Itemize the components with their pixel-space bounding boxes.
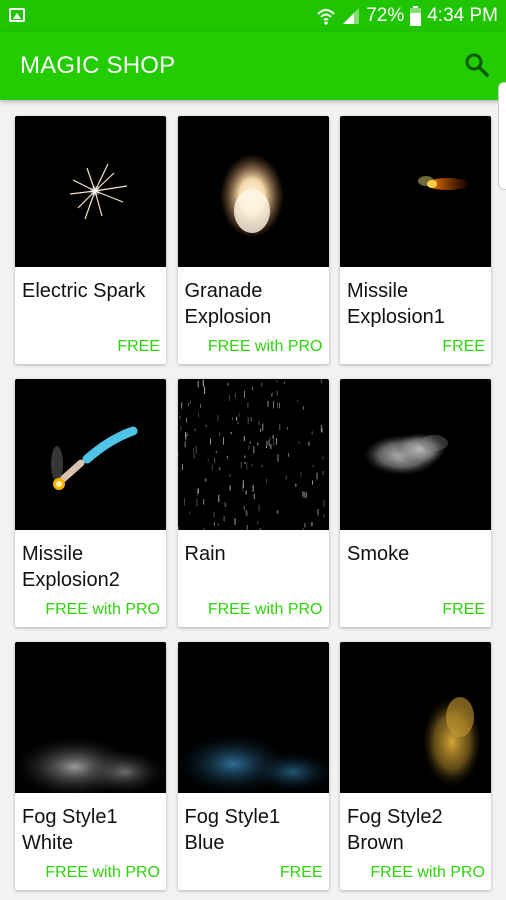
edge-panel-handle[interactable] xyxy=(498,82,506,190)
effect-name: Missile Explosion2 xyxy=(22,543,120,591)
effect-card-smoke[interactable]: Smoke FREE xyxy=(340,379,491,627)
effect-price: FREE with PRO xyxy=(207,338,323,355)
effect-name: Fog Style1 White xyxy=(22,806,118,854)
signal-icon xyxy=(343,8,360,24)
effect-thumbnail xyxy=(15,116,166,267)
battery-icon xyxy=(410,6,422,26)
effect-thumbnail xyxy=(340,642,491,793)
effect-thumbnail xyxy=(340,116,491,267)
battery-percent: 72% xyxy=(366,5,405,26)
effect-price: FREE with PRO xyxy=(45,864,160,881)
clock: 4:34 PM xyxy=(427,5,498,26)
effect-name: Fog Style2 Brown xyxy=(347,806,443,854)
effect-price: FREE with PRO xyxy=(370,864,485,881)
effect-name: Rain xyxy=(184,543,226,565)
effect-card-granade-explosion[interactable]: Granade Explosion FREE with PRO xyxy=(177,116,329,364)
effect-price: FREE with PRO xyxy=(207,601,323,618)
effect-name: Smoke xyxy=(347,543,410,565)
effect-card-electric-spark[interactable]: Electric Spark FREE xyxy=(15,116,166,364)
effect-name: Granade Explosion xyxy=(184,280,272,328)
effect-thumbnail xyxy=(15,379,166,530)
effect-card-missile-explosion1[interactable]: Missile Explosion1 FREE xyxy=(340,116,491,364)
effect-card-fog-style1-white[interactable]: Fog Style1 White FREE with PRO xyxy=(15,642,166,890)
effect-price: FREE with PRO xyxy=(45,601,160,618)
effect-name: Electric Spark xyxy=(22,280,146,302)
effect-thumbnail xyxy=(340,379,491,530)
effect-card-missile-explosion2[interactable]: Missile Explosion2 FREE with PRO xyxy=(15,379,166,627)
search-icon[interactable] xyxy=(464,52,490,78)
effect-thumbnail xyxy=(177,379,329,530)
gallery-icon xyxy=(9,8,25,22)
effect-name: Missile Explosion1 xyxy=(347,280,445,328)
app-bar: MAGIC SHOP xyxy=(0,32,506,100)
effect-name: Fog Style1 Blue xyxy=(184,806,281,854)
effect-price: FREE xyxy=(442,338,485,355)
effects-grid: Electric Spark FREE Granade Explosion FR… xyxy=(15,116,491,890)
effect-thumbnail xyxy=(15,642,166,793)
effect-price: FREE xyxy=(442,601,485,618)
effect-price: FREE xyxy=(279,864,323,881)
wifi-icon xyxy=(317,9,335,25)
effect-card-rain[interactable]: Rain FREE with PRO xyxy=(177,379,329,627)
status-right: 72% 4:34 PM xyxy=(316,0,498,32)
effect-card-fog-style1-blue[interactable]: Fog Style1 Blue FREE xyxy=(177,642,329,890)
effect-price: FREE xyxy=(117,338,160,355)
effect-card-fog-style2-brown[interactable]: Fog Style2 Brown FREE with PRO xyxy=(340,642,491,890)
effect-thumbnail xyxy=(177,642,329,793)
status-bar: 72% 4:34 PM xyxy=(0,0,506,32)
page-title: MAGIC SHOP xyxy=(20,52,176,79)
effect-thumbnail xyxy=(177,116,329,267)
